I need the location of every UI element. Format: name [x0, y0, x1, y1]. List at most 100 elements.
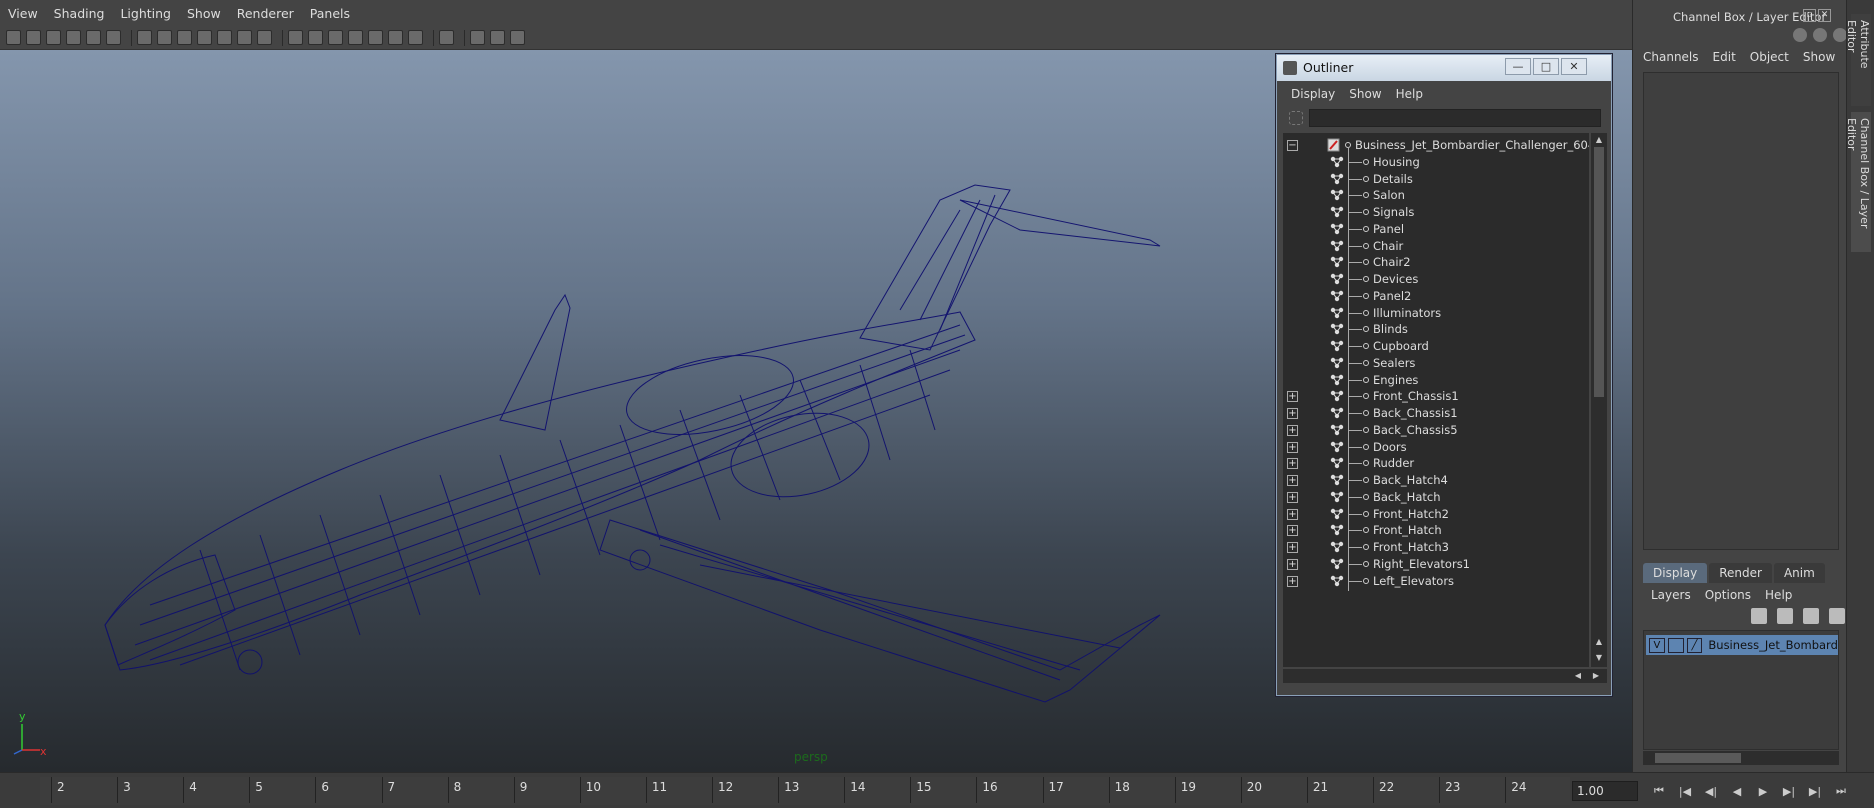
- sphere-icon[interactable]: [1813, 28, 1827, 42]
- channel-box-area[interactable]: [1643, 72, 1839, 550]
- expand-icon[interactable]: +: [1287, 408, 1298, 419]
- expand-icon[interactable]: +: [1287, 424, 1298, 436]
- scrollbar-thumb[interactable]: [1594, 147, 1604, 397]
- menu-show[interactable]: Show: [187, 6, 221, 21]
- outliner-menu-display[interactable]: Display: [1291, 87, 1335, 101]
- scroll-up-icon[interactable]: ▲: [1594, 135, 1604, 145]
- layer-menu-help[interactable]: Help: [1765, 588, 1792, 602]
- use-all-lights-icon[interactable]: [368, 30, 383, 45]
- layer-visibility-toggle[interactable]: V: [1649, 637, 1665, 653]
- step-forward-frame-icon[interactable]: ▶|: [1776, 782, 1802, 800]
- scrollbar-thumb[interactable]: [1655, 753, 1741, 763]
- camera-attributes-icon[interactable]: [26, 30, 41, 45]
- new-layer-icon[interactable]: [1803, 608, 1819, 624]
- outliner-vertical-scrollbar[interactable]: ▲ ▲ ▼: [1591, 133, 1607, 667]
- tree-row[interactable]: + Left_Elevators: [1283, 571, 1589, 591]
- tab-display[interactable]: Display: [1643, 563, 1708, 583]
- current-frame-field[interactable]: 1.00: [1572, 781, 1638, 801]
- scroll-right-icon[interactable]: ▶: [1591, 671, 1601, 681]
- tab-render[interactable]: Render: [1709, 563, 1772, 583]
- outliner-titlebar[interactable]: Outliner — □ ✕: [1277, 55, 1611, 81]
- grease-pencil-icon[interactable]: [86, 30, 101, 45]
- tab-anim[interactable]: Anim: [1773, 563, 1825, 583]
- safe-title-icon[interactable]: [257, 30, 272, 45]
- new-layer-selected-icon[interactable]: [1829, 608, 1845, 624]
- play-forward-icon[interactable]: ▶: [1750, 782, 1776, 800]
- film-gate-icon[interactable]: [157, 30, 172, 45]
- close-button[interactable]: ✕: [1561, 58, 1587, 75]
- expand-icon[interactable]: +: [1287, 525, 1298, 537]
- step-forward-key-icon[interactable]: ▶|: [1802, 782, 1828, 800]
- xray-joints-icon[interactable]: [490, 30, 505, 45]
- layer-row[interactable]: V ╱ Business_Jet_Bombardier_: [1646, 635, 1838, 655]
- menu-renderer[interactable]: Renderer: [237, 6, 294, 21]
- menu-lighting[interactable]: Lighting: [120, 6, 171, 21]
- go-to-start-icon[interactable]: ⏮: [1646, 782, 1672, 800]
- channel-menu-show[interactable]: Show: [1803, 50, 1835, 64]
- scroll-left-icon[interactable]: ◀: [1573, 671, 1583, 681]
- time-ruler[interactable]: 2 3 4 5 6 7 8 9 10 11 12 13 14 15 16 17 18 19 20 21 22 23 24: [40, 777, 1570, 805]
- grid-icon[interactable]: [137, 30, 152, 45]
- camera-select-icon[interactable]: [6, 30, 21, 45]
- ambient-occlusion-icon[interactable]: [408, 30, 423, 45]
- expand-icon[interactable]: +: [1287, 558, 1298, 570]
- expand-icon[interactable]: +: [1287, 508, 1298, 520]
- menu-shading[interactable]: Shading: [54, 6, 105, 21]
- expand-icon[interactable]: +: [1287, 542, 1298, 553]
- image-plane-icon[interactable]: [66, 30, 81, 45]
- expand-icon[interactable]: +: [1287, 441, 1298, 453]
- filter-icon[interactable]: [1289, 111, 1303, 125]
- textured-icon[interactable]: [348, 30, 363, 45]
- outliner-tree[interactable]: − Business_Jet_Bombardier_Challenger_604…: [1283, 133, 1589, 667]
- step-back-key-icon[interactable]: |◀: [1672, 782, 1698, 800]
- layer-type-toggle[interactable]: [1667, 637, 1684, 653]
- expand-icon[interactable]: +: [1287, 475, 1298, 486]
- expand-icon[interactable]: +: [1287, 575, 1298, 587]
- layer-menu-options[interactable]: Options: [1705, 588, 1751, 602]
- outliner-window[interactable]: Outliner — □ ✕ Display Show Help − Busines…: [1276, 54, 1612, 696]
- maximize-button[interactable]: □: [1533, 58, 1559, 75]
- close-button[interactable]: ✕: [1818, 9, 1831, 22]
- channel-menu-channels[interactable]: Channels: [1643, 50, 1699, 64]
- layer-horizontal-scrollbar[interactable]: [1643, 751, 1839, 765]
- outliner-menu-show[interactable]: Show: [1349, 87, 1381, 101]
- field-chart-icon[interactable]: [217, 30, 232, 45]
- outliner-search-input[interactable]: [1309, 109, 1601, 127]
- safe-action-icon[interactable]: [237, 30, 252, 45]
- bookmark-icon[interactable]: [46, 30, 61, 45]
- scroll-down-icon[interactable]: ▲: [1594, 637, 1604, 647]
- jet-wireframe[interactable]: [0, 50, 1290, 772]
- tab-attribute-editor[interactable]: Attribute Editor: [1845, 14, 1871, 106]
- time-slider[interactable]: 2 3 4 5 6 7 8 9 10 11 12 13 14 15 16 17 18 19 20 21 22 23 24 1…: [0, 772, 1874, 808]
- layers-icon[interactable]: [1751, 608, 1767, 624]
- tab-channel-box[interactable]: Channel Box / Layer Editor: [1845, 112, 1871, 252]
- resolution-gate-icon[interactable]: [177, 30, 192, 45]
- play-backward-icon[interactable]: ◀: [1724, 782, 1750, 800]
- expand-icon[interactable]: +: [1287, 458, 1298, 470]
- menu-panels[interactable]: Panels: [310, 6, 350, 21]
- minimize-button[interactable]: —: [1505, 58, 1531, 75]
- 2d-pan-icon[interactable]: [106, 30, 121, 45]
- step-back-frame-icon[interactable]: ◀|: [1698, 782, 1724, 800]
- outliner-horizontal-scrollbar[interactable]: ◀ ▶: [1283, 669, 1607, 683]
- gate-mask-icon[interactable]: [197, 30, 212, 45]
- wireframe-on-shaded-icon[interactable]: [328, 30, 343, 45]
- go-to-end-icon[interactable]: ⏭: [1828, 782, 1854, 800]
- menu-view[interactable]: View: [8, 6, 38, 21]
- layer-list[interactable]: V ╱ Business_Jet_Bombardier_: [1643, 630, 1839, 750]
- channel-menu-object[interactable]: Object: [1750, 50, 1789, 64]
- layer-menu-layers[interactable]: Layers: [1651, 588, 1691, 602]
- shadows-icon[interactable]: [388, 30, 403, 45]
- axis-icon[interactable]: [1793, 28, 1807, 42]
- layer-color-swatch-icon[interactable]: ╱: [1686, 637, 1703, 653]
- wireframe-icon[interactable]: [288, 30, 303, 45]
- isolate-select-icon[interactable]: [470, 30, 485, 45]
- xray-icon[interactable]: [439, 30, 454, 45]
- expand-icon[interactable]: +: [1287, 491, 1298, 503]
- float-button[interactable]: ▫: [1803, 9, 1816, 22]
- expand-icon[interactable]: +: [1287, 391, 1298, 403]
- scroll-down-icon[interactable]: ▼: [1594, 653, 1604, 663]
- xray-components-icon[interactable]: [510, 30, 525, 45]
- collapse-icon[interactable]: −: [1287, 140, 1298, 151]
- channel-menu-edit[interactable]: Edit: [1713, 50, 1736, 64]
